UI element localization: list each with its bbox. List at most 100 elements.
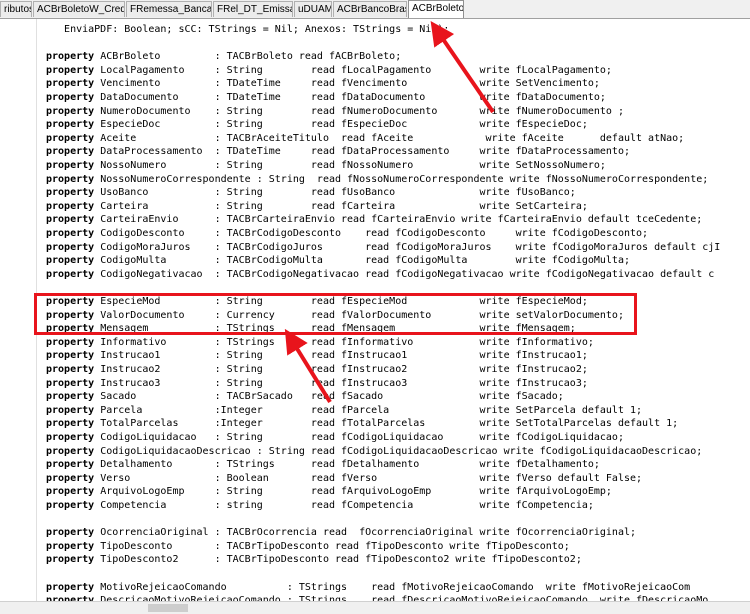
code-text: Instrucao1 : String read fInstrucao1 wri…: [94, 350, 588, 362]
code-line: property CarteiraEnvio : TACBrCarteiraEn…: [46, 213, 702, 227]
keyword-property: property: [46, 581, 95, 593]
code-text: CodigoDesconto : TACBrCodigoDesconto rea…: [94, 228, 649, 239]
horizontal-scrollbar[interactable]: [0, 601, 750, 614]
code-text: OcorrenciaOriginal : TACBrOcorrencia rea…: [94, 527, 637, 539]
code-line: property CodigoDesconto : TACBrCodigoDes…: [46, 227, 648, 241]
code-line: property Vencimento : TDateTime read fVe…: [46, 77, 600, 91]
code-line: property DescricaoMotivoRejeicaoComando …: [46, 594, 708, 601]
code-text: Vencimento : TDateTime read fVencimento …: [94, 78, 600, 90]
keyword-property: property: [46, 364, 95, 375]
code-line: property Sacado : TACBrSacado read fSaca…: [46, 390, 564, 404]
code-line: property Instrucao3 : String read fInstr…: [46, 377, 588, 391]
code-text: Mensagem : TStrings read fMensagem write…: [94, 323, 576, 335]
keyword-property: property: [46, 173, 95, 185]
tab-frel-dt-emissao[interactable]: FRel_DT_Emissao: [213, 1, 293, 17]
code-line: property UsoBanco : String read fUsoBanc…: [46, 186, 576, 200]
keyword-property: property: [46, 486, 95, 498]
code-text: CarteiraEnvio : TACBrCarteiraEnvio read …: [94, 214, 703, 226]
code-line: property CodigoLiquidacaoDescricao : Str…: [46, 445, 702, 459]
keyword-property: property: [46, 391, 95, 403]
keyword-property: property: [46, 472, 95, 484]
code-text: ArquivoLogoEmp : String read fArquivoLog…: [94, 486, 612, 498]
code-text: EspecieDoc : String read fEspecieDoc wri…: [94, 119, 588, 131]
code-text: Parcela :Integer read fParcela write Set…: [94, 404, 643, 416]
keyword-property: property: [46, 187, 95, 199]
code-text: Competencia : string read fCompetencia w…: [94, 500, 594, 511]
code-line: property DataDocumento : TDateTime read …: [46, 91, 606, 105]
editor-tab-bar: ributos ACBrBoletoW_Credisis FRemessa_Ba…: [0, 0, 750, 19]
code-text: ValorDocumento : Currency read fValorDoc…: [94, 309, 624, 321]
code-line: property CodigoMoraJuros : TACBrCodigoJu…: [46, 241, 720, 255]
code-line: property DataProcessamento : TDateTime r…: [46, 145, 630, 159]
code-line: property Informativo : TStrings read fIn…: [46, 336, 594, 350]
code-text: Aceite : TACBrAceiteTitulo read fAceite …: [94, 132, 685, 144]
code-text: CodigoMoraJuros : TACBrCodigoJuros read …: [94, 241, 721, 253]
code-line: property ArquivoLogoEmp : String read fA…: [46, 485, 612, 499]
tab-acbrboletow-credisis[interactable]: ACBrBoletoW_Credisis: [33, 1, 125, 17]
keyword-property: property: [46, 132, 95, 144]
keyword-property: property: [46, 500, 95, 511]
tab-uduam[interactable]: uDUAM: [294, 1, 332, 17]
code-line: property ValorDocumento : Currency read …: [46, 309, 624, 323]
code-text: TipoDesconto2 : TACBrTipoDesconto read f…: [94, 554, 582, 566]
code-text: EspecieMod : String read fEspecieMod wri…: [94, 296, 588, 307]
code-line: property NossoNumero : String read fNoss…: [46, 159, 606, 173]
tab-ributos[interactable]: ributos: [0, 1, 32, 17]
code-line: EnviaPDF: Boolean; sCC: TStrings = Nil; …: [46, 23, 449, 37]
code-text: NumeroDocumento : String read fNumeroDoc…: [94, 105, 624, 117]
keyword-property: property: [46, 146, 95, 158]
code-text: Sacado : TACBrSacado read fSacado write …: [94, 391, 564, 403]
code-line: property EspecieDoc : String read fEspec…: [46, 118, 588, 132]
scrollbar-thumb[interactable]: [148, 604, 188, 612]
code-line: property Instrucao1 : String read fInstr…: [46, 349, 588, 363]
keyword-property: property: [46, 540, 95, 552]
keyword-property: property: [46, 105, 95, 117]
code-text: CodigoLiquidacao : String read fCodigoLi…: [94, 432, 624, 443]
code-text: Informativo : TStrings read fInformativo…: [94, 336, 594, 348]
code-line: property Mensagem : TStrings read fMensa…: [46, 322, 576, 336]
code-line: property TotalParcelas :Integer read fTo…: [46, 417, 678, 431]
keyword-property: property: [46, 78, 95, 90]
keyword-property: property: [46, 51, 95, 63]
code-text: ACBrBoleto : TACBrBoleto read fACBrBolet…: [94, 51, 402, 63]
tab-acbrbancobrasil[interactable]: ACBrBancoBrasil: [333, 1, 407, 17]
code-text: NossoNumeroCorrespondente : String read …: [94, 173, 709, 185]
keyword-property: property: [46, 336, 95, 348]
tab-fremessa-bancaria[interactable]: FRemessa_Bancaria: [126, 1, 212, 17]
keyword-property: property: [46, 92, 95, 103]
code-line: property Competencia : string read fComp…: [46, 499, 594, 513]
code-line: property Verso : Boolean read fVerso wri…: [46, 472, 642, 486]
code-text: DataProcessamento : TDateTime read fData…: [94, 146, 630, 158]
code-text: CodigoNegativacao : TACBrCodigoNegativac…: [94, 268, 715, 280]
code-line: property LocalPagamento : String read fL…: [46, 64, 612, 78]
code-line: property CodigoNegativacao : TACBrCodigo…: [46, 268, 714, 282]
keyword-property: property: [46, 445, 95, 457]
code-line: property ACBrBoleto : TACBrBoleto read f…: [46, 50, 401, 64]
code-text: EnviaPDF: Boolean; sCC: TStrings = Nil; …: [46, 24, 450, 35]
code-line: property Parcela :Integer read fParcela …: [46, 404, 642, 418]
keyword-property: property: [46, 554, 95, 566]
keyword-property: property: [46, 309, 95, 321]
tab-acbrboleto[interactable]: ACBrBoleto: [408, 0, 464, 18]
code-text: Instrucao3 : String read fInstrucao3 wri…: [94, 377, 588, 389]
gutter-divider: [36, 19, 37, 601]
code-text: TotalParcelas :Integer read fTotalParcel…: [94, 418, 679, 430]
code-line: property CodigoLiquidacao : String read …: [46, 431, 624, 445]
code-text: Carteira : String read fCarteira write S…: [94, 200, 588, 212]
code-text: CodigoLiquidacaoDescricao : String read …: [94, 445, 703, 457]
keyword-property: property: [46, 200, 95, 212]
keyword-property: property: [46, 160, 95, 171]
code-line: property MotivoRejeicaoComando : TString…: [46, 581, 690, 595]
keyword-property: property: [46, 255, 95, 267]
code-text: Verso : Boolean read fVerso write fVerso…: [94, 472, 643, 484]
code-text: Detalhamento : TStrings read fDetalhamen…: [94, 459, 600, 471]
keyword-property: property: [46, 228, 95, 239]
code-line: property Instrucao2 : String read fInstr…: [46, 363, 588, 377]
code-line: property TipoDesconto : TACBrTipoDescont…: [46, 540, 570, 554]
code-line: property NossoNumeroCorrespondente : Str…: [46, 173, 708, 187]
keyword-property: property: [46, 214, 95, 226]
code-line: property EspecieMod : String read fEspec…: [46, 295, 588, 309]
code-line: property OcorrenciaOriginal : TACBrOcorr…: [46, 526, 636, 540]
code-editor[interactable]: EnviaPDF: Boolean; sCC: TStrings = Nil; …: [46, 19, 750, 601]
code-text: Instrucao2 : String read fInstrucao2 wri…: [94, 364, 588, 375]
